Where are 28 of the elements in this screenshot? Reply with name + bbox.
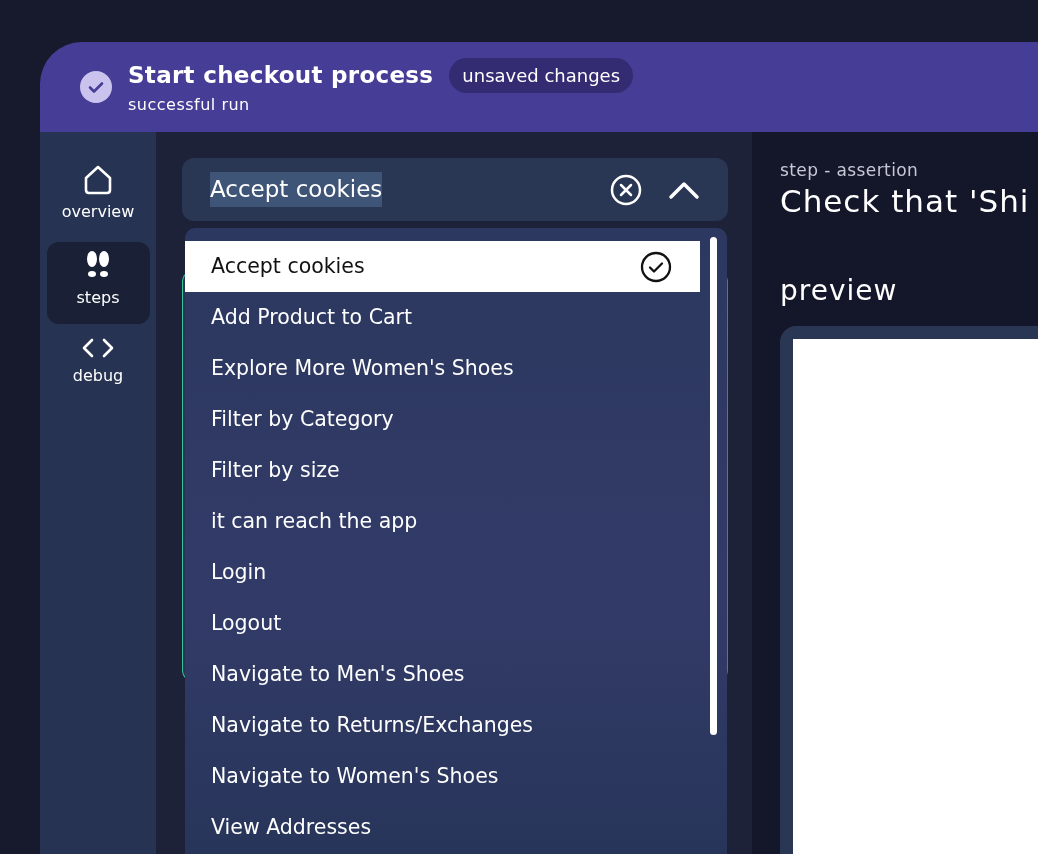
sidebar-item[interactable]: steps bbox=[46, 242, 150, 324]
dropdown-option[interactable]: Add Product to Cart bbox=[185, 292, 700, 343]
code-icon bbox=[81, 336, 115, 360]
sidebar-item[interactable]: debug bbox=[46, 328, 150, 402]
dropdown-option[interactable]: Logout bbox=[185, 598, 700, 649]
step-select[interactable]: Accept cookies bbox=[182, 158, 728, 221]
step-kind-label: step - assertion bbox=[780, 159, 920, 182]
dropdown-option[interactable]: Filter by Category bbox=[185, 394, 700, 445]
dropdown-option[interactable]: Navigate to Women's Shoes bbox=[185, 751, 700, 802]
step-title: Check that 'Shi bbox=[780, 183, 1031, 218]
dropdown-option[interactable]: Accept cookies bbox=[185, 241, 700, 292]
dropdown-option[interactable]: View Addresses bbox=[185, 802, 700, 853]
preview-heading: preview bbox=[780, 272, 899, 309]
dropdown-option[interactable]: Navigate to Men's Shoes bbox=[185, 649, 700, 700]
run-status-text: successful run bbox=[128, 93, 251, 116]
scrollbar[interactable] bbox=[710, 237, 717, 735]
dropdown-option[interactable]: Login bbox=[185, 547, 700, 598]
dropdown-option[interactable]: Explore More Women's Shoes bbox=[185, 343, 700, 394]
dropdown-option[interactable]: Filter by size bbox=[185, 445, 700, 496]
check-icon bbox=[640, 250, 672, 283]
dropdown-option[interactable]: Navigate to Returns/Exchanges bbox=[185, 700, 700, 751]
selected-step-text: Accept cookies bbox=[210, 172, 383, 207]
flow-title: Start checkout process bbox=[128, 60, 434, 90]
unsaved-changes-badge: unsaved changes bbox=[449, 57, 634, 93]
dropdown-option[interactable]: it can reach the app bbox=[185, 496, 700, 547]
caret-icon[interactable] bbox=[668, 179, 700, 200]
clear-icon[interactable] bbox=[610, 173, 642, 206]
sidebar-item[interactable]: overview bbox=[46, 156, 150, 238]
